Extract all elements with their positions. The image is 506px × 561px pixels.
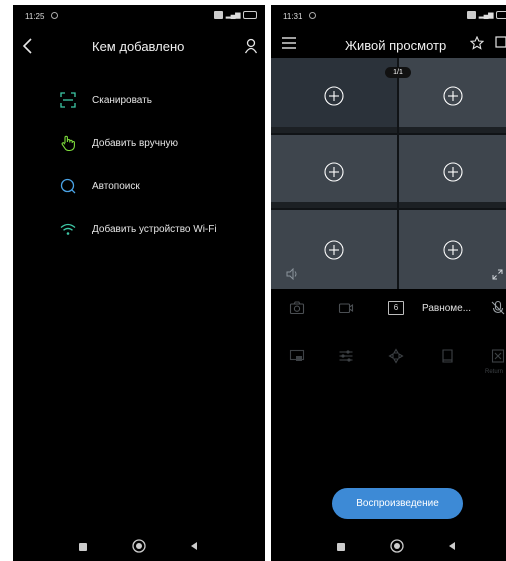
microphone-icon[interactable] <box>490 300 506 316</box>
menu-label: Сканировать <box>92 94 152 106</box>
add-camera-icon[interactable] <box>442 239 463 260</box>
cell-strip <box>271 202 397 208</box>
signal-icon: ▂▄▆ <box>478 12 494 19</box>
playback-button[interactable]: Воспроизведение <box>332 488 463 519</box>
home-icon[interactable] <box>132 539 146 553</box>
multi-screen-icon[interactable] <box>495 36 506 50</box>
notification-icon <box>51 12 58 19</box>
settings-sliders-icon[interactable] <box>338 348 354 364</box>
add-camera-icon[interactable] <box>324 85 344 106</box>
battery-icon <box>496 11 506 19</box>
video-cell-2[interactable] <box>399 58 506 133</box>
add-camera-icon[interactable] <box>324 239 344 260</box>
display-icon[interactable] <box>289 348 305 364</box>
status-bar: 11:25 ▂▄▆ <box>13 5 265 27</box>
video-cell-6[interactable] <box>399 210 506 289</box>
return-icon[interactable] <box>490 348 506 364</box>
add-camera-icon[interactable] <box>324 161 344 182</box>
search-icon <box>60 178 76 194</box>
back-arrow-icon[interactable] <box>21 37 35 55</box>
menu-item-scan[interactable]: Сканировать <box>59 90 152 110</box>
page-indicator: 1/1 <box>385 67 411 78</box>
video-cell-5[interactable] <box>271 210 397 289</box>
menu-item-add-wifi-device[interactable]: Добавить устройство Wi-Fi <box>59 219 217 239</box>
video-cell-1[interactable] <box>271 58 397 133</box>
phone-screen-add-method: 11:25 ▂▄▆ Кем добавлено Сканировать Доба… <box>13 5 265 561</box>
recents-icon[interactable] <box>79 543 87 551</box>
cell-strip <box>399 202 506 208</box>
record-icon[interactable] <box>338 300 354 316</box>
android-nav-bar <box>13 531 265 561</box>
layout-mode-label[interactable]: Равноме... <box>422 303 471 314</box>
scan-icon <box>60 92 76 108</box>
video-cell-3[interactable] <box>271 135 397 208</box>
status-time: 11:31 <box>283 12 303 21</box>
speaker-icon[interactable] <box>285 268 299 280</box>
toolbar-row-2: Return <box>271 348 506 375</box>
system-indicators: ▂▄▆ <box>213 11 257 19</box>
signal-icon: ▂▄▆ <box>225 12 241 19</box>
user-icon[interactable] <box>244 38 258 54</box>
ptz-icon[interactable] <box>388 348 404 364</box>
fullscreen-icon[interactable] <box>492 269 503 280</box>
wifi-icon <box>60 223 76 235</box>
notification-icon <box>309 12 316 19</box>
video-cell-4[interactable] <box>399 135 506 208</box>
page-title: Кем добавлено <box>92 39 185 54</box>
system-indicators: ▂▄▆ <box>466 11 506 19</box>
android-nav-bar <box>271 531 506 561</box>
hand-pointer-icon <box>61 135 75 152</box>
menu-label: Автопоиск <box>92 180 140 192</box>
menu-item-add-manually[interactable]: Добавить вручную <box>59 133 178 153</box>
menu-icon[interactable] <box>281 36 297 50</box>
back-triangle-icon[interactable] <box>187 539 201 553</box>
cell-strip <box>271 127 397 133</box>
video-grid <box>271 58 506 289</box>
return-label: Return <box>485 369 504 375</box>
menu-label: Добавить устройство Wi-Fi <box>92 223 217 235</box>
page-title: Живой просмотр <box>345 38 447 53</box>
channel-count-badge[interactable]: 6 <box>388 301 404 315</box>
cell-strip <box>399 127 506 133</box>
menu-label: Добавить вручную <box>92 137 178 149</box>
status-time: 11:25 <box>25 12 45 21</box>
top-bar: Кем добавлено <box>13 33 265 63</box>
star-icon[interactable] <box>470 36 484 50</box>
phone-screen-live-view: 11:31 ▂▄▆ Живой просмотр 1/1 6 Равноме..… <box>271 5 506 561</box>
home-icon[interactable] <box>390 539 404 553</box>
add-camera-icon[interactable] <box>442 161 463 182</box>
recents-icon[interactable] <box>337 543 345 551</box>
book-icon[interactable] <box>440 348 456 364</box>
battery-icon <box>243 11 257 19</box>
toolbar-row-1: 6 Равноме... <box>271 300 506 320</box>
add-camera-icon[interactable] <box>442 85 463 106</box>
menu-item-auto-search[interactable]: Автопоиск <box>59 176 140 196</box>
back-triangle-icon[interactable] <box>445 539 459 553</box>
top-bar: Живой просмотр <box>271 31 506 61</box>
sim-icon <box>466 11 476 19</box>
status-bar: 11:31 ▂▄▆ <box>271 5 506 27</box>
camera-icon[interactable] <box>289 300 305 316</box>
sim-icon <box>213 11 223 19</box>
